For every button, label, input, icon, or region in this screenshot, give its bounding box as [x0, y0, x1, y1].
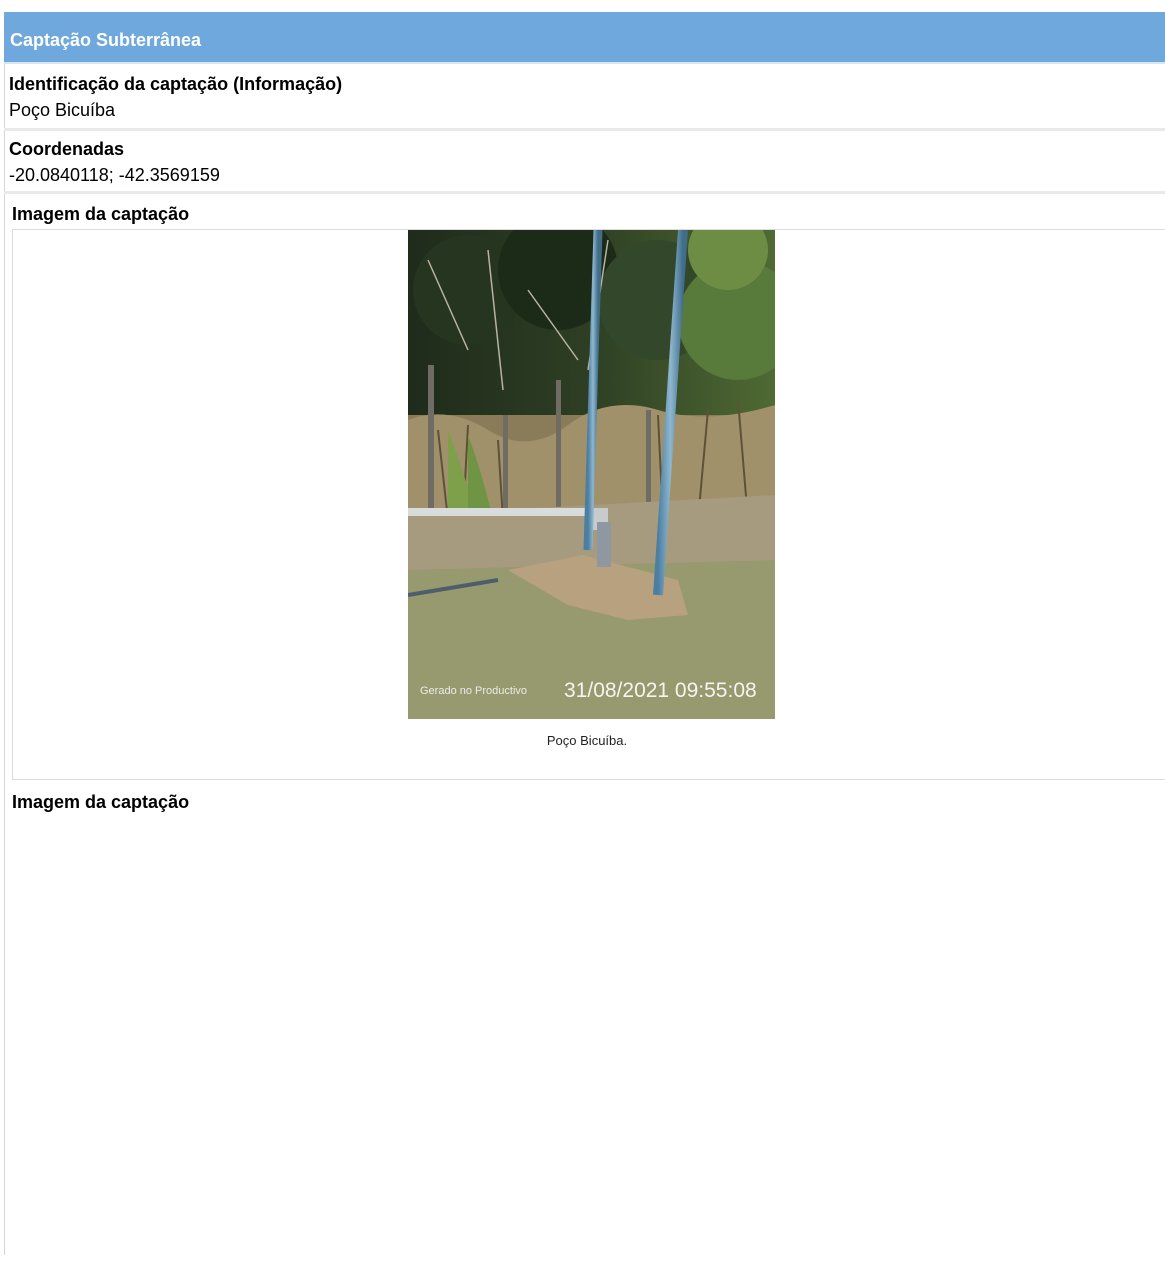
well-photo: Gerado no Productivo 31/08/2021 09:55:08: [408, 230, 775, 719]
coordinates-field: Coordenadas -20.0840118; -42.3569159: [4, 131, 1165, 191]
identification-value: Poço Bicuíba: [9, 100, 116, 120]
identification-label: Identificação da captação (Informação): [9, 74, 343, 94]
image-label-2: Imagem da captação: [12, 792, 190, 812]
photo-watermark: Gerado no Productivo: [420, 685, 527, 697]
divider: [4, 191, 1165, 194]
photo-timestamp: 31/08/2021 09:55:08: [564, 679, 757, 702]
section-header: Captação Subterrânea: [4, 12, 1165, 64]
coordinates-label: Coordenadas: [9, 139, 125, 159]
coordinates-value: -20.0840118; -42.3569159: [9, 165, 220, 185]
identification-field: Identificação da captação (Informação) P…: [4, 66, 1165, 128]
section-title: Captação Subterrânea: [10, 30, 202, 50]
left-border: [4, 12, 5, 1255]
image-label-1: Imagem da captação: [12, 204, 190, 224]
image-frame: Gerado no Productivo 31/08/2021 09:55:08…: [12, 229, 1165, 780]
image-caption: Poço Bicuíba.: [546, 733, 628, 748]
